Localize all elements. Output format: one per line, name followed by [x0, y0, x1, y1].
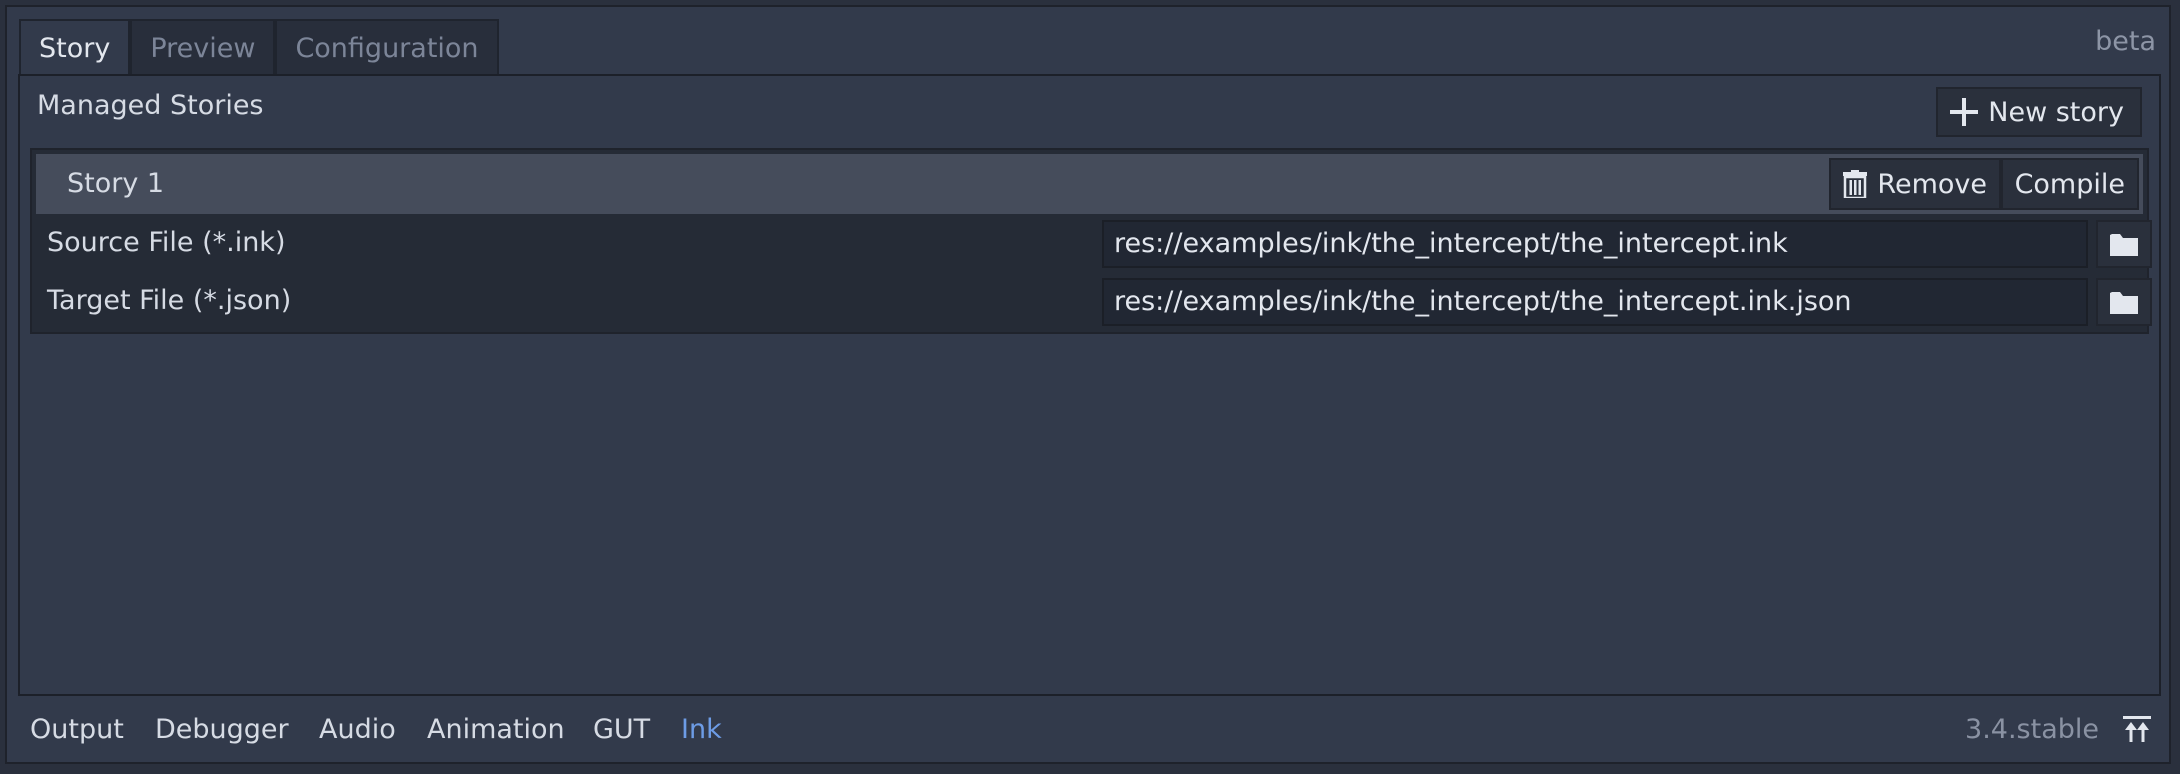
story-card: Story 1 Remove Compile Source File (*.in…	[30, 148, 2152, 334]
new-story-label: New story	[1988, 96, 2124, 128]
bottom-tab-audio[interactable]: Audio	[319, 714, 396, 745]
source-file-row: Source File (*.ink) res://examples/ink/t…	[36, 216, 2152, 272]
trash-icon	[1843, 170, 1868, 198]
new-story-button[interactable]: New story	[1936, 87, 2142, 137]
target-file-field[interactable]: res://examples/ink/the_intercept/the_int…	[1102, 278, 2088, 326]
story-panel: Managed Stories New story Story 1 Remove…	[18, 74, 2161, 696]
remove-label: Remove	[1877, 168, 1987, 200]
plus-icon	[1950, 98, 1979, 126]
tab-preview[interactable]: Preview	[130, 19, 276, 75]
expand-panel-button[interactable]	[2121, 714, 2153, 746]
version-label: 3.4.stable	[1965, 714, 2099, 745]
bottom-tab-ink[interactable]: Ink	[681, 714, 722, 745]
beta-label: beta	[2095, 26, 2156, 57]
managed-stories-title: Managed Stories	[37, 90, 264, 121]
story-name: Story 1	[67, 168, 165, 199]
story-header: Story 1 Remove Compile	[36, 154, 2143, 214]
main-tabs: Story Preview Configuration	[19, 19, 499, 75]
expand-up-icon	[2123, 716, 2151, 742]
tab-story[interactable]: Story	[19, 19, 131, 75]
source-file-field[interactable]: res://examples/ink/the_intercept/the_int…	[1102, 220, 2088, 268]
tab-configuration[interactable]: Configuration	[275, 19, 499, 75]
target-file-label: Target File (*.json)	[47, 285, 292, 316]
bottom-tab-output[interactable]: Output	[30, 714, 124, 745]
remove-button[interactable]: Remove	[1829, 158, 2001, 210]
folder-icon	[2110, 234, 2138, 256]
folder-icon	[2110, 292, 2138, 314]
ink-editor-window: Story Preview Configuration beta Managed…	[0, 0, 2180, 774]
source-browse-button[interactable]	[2096, 220, 2152, 268]
target-file-row: Target File (*.json) res://examples/ink/…	[36, 274, 2152, 330]
bottom-tab-gut[interactable]: GUT	[593, 714, 650, 745]
target-browse-button[interactable]	[2096, 278, 2152, 326]
bottom-panel-bar: Output Debugger Audio Animation GUT Ink …	[7, 700, 2169, 762]
bottom-tab-debugger[interactable]: Debugger	[155, 714, 289, 745]
compile-button[interactable]: Compile	[2000, 158, 2139, 210]
source-file-label: Source File (*.ink)	[47, 227, 286, 258]
bottom-tab-animation[interactable]: Animation	[427, 714, 565, 745]
